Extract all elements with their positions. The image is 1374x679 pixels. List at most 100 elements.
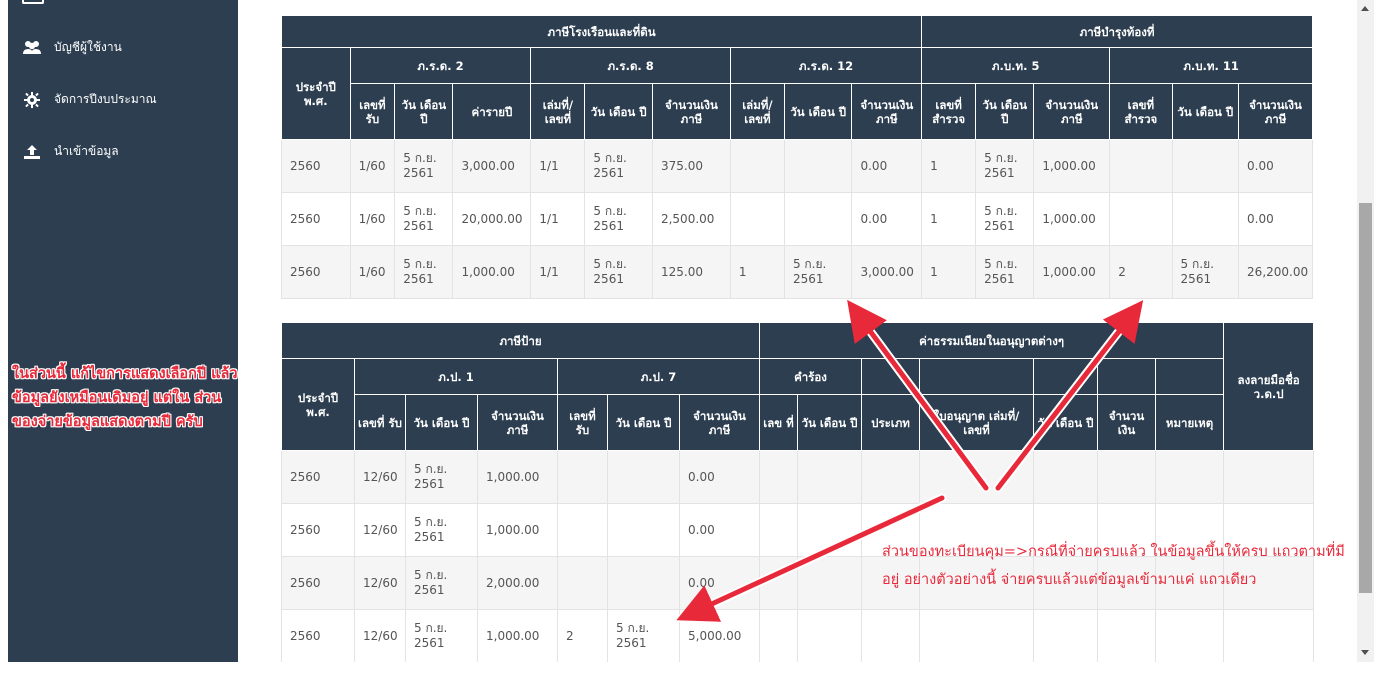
table-cell: 5 ก.ย. 2561 (405, 609, 478, 663)
table-cell: 3,000.00 (851, 245, 923, 299)
table-cell (759, 503, 799, 557)
header-empty (1033, 358, 1099, 395)
header-sub: คำร้อง (759, 358, 863, 395)
column-header: วัน เดือน ปี (1171, 83, 1240, 140)
users-icon (22, 40, 42, 56)
table-cell: 125.00 (651, 245, 731, 299)
sidebar-item-label: จัดการปีงบประมาณ (54, 92, 157, 106)
column-header: เลขที่ สำรวจ (921, 83, 977, 140)
column-header: เล่มที่/ เลขที่ (729, 83, 785, 140)
table-cell: 375.00 (651, 139, 731, 193)
table-row: 2560 1/60 5 ก.ย. 2561 1,000.00 1/1 5 ก.ย. 256… (281, 245, 1313, 299)
table-cell: 5 ก.ย. 2561 (975, 245, 1035, 299)
table-row: 2560 1/60 5 ก.ย. 2561 20,000.00 1/1 5 ก.ย. 25… (281, 192, 1313, 246)
header-year: ประจำปี พ.ศ. (281, 47, 351, 140)
header-sub: ภ.ร.ด. 12 (729, 47, 923, 84)
table-cell: 1,000.00 (452, 245, 532, 299)
table-cell: 2560 (281, 192, 351, 246)
table-cell (557, 503, 608, 557)
table-cell: 2560 (281, 245, 351, 299)
table-cell: 1/1 (530, 192, 586, 246)
table-cell: 12/60 (354, 609, 406, 663)
column-header: เลขที่ รับ (349, 83, 396, 140)
table-cell: 3,000.00 (452, 139, 532, 193)
table-cell (1097, 609, 1157, 663)
column-header: จำนวน เงิน (1097, 394, 1157, 451)
table-cell: 0.00 (1238, 192, 1313, 246)
column-header: เลขที่ รับ (354, 394, 406, 451)
table-cell (1223, 609, 1315, 663)
table-cell: 1 (921, 139, 977, 193)
gear-icon (22, 91, 42, 108)
sidebar-item-budget-year[interactable]: จัดการปีงบประมาณ (22, 90, 157, 109)
column-header: จำนวนเงิน ภาษี (678, 394, 761, 451)
scroll-up-icon[interactable] (1361, 6, 1369, 11)
column-header: วัน เดือน ปี (584, 83, 653, 140)
table-cell (1171, 192, 1240, 246)
table-cell: 0.00 (678, 503, 761, 557)
table-cell: 5 ก.ย. 2561 (607, 609, 680, 663)
sidebar-item-label: บัญชีผู้ใช้งาน (54, 40, 122, 54)
table-cell: 5 ก.ย. 2561 (405, 450, 478, 504)
tax-table-1: ภาษีโรงเรือนและที่ดิน ภาษีบำรุงท้องที่ ป… (280, 15, 1313, 299)
table-cell: 5 ก.ย. 2561 (783, 245, 853, 299)
table-cell: 2560 (281, 139, 351, 193)
scroll-down-icon[interactable] (1361, 650, 1369, 655)
sidebar: บัญชีผู้ใช้งาน จัดการปีงบประมาณ นำเข้าข้… (8, 0, 238, 662)
table-cell: 0.00 (851, 139, 923, 193)
table-cell (759, 556, 799, 610)
bottom-strip (0, 662, 1374, 679)
table-row: 2560 1/60 5 ก.ย. 2561 3,000.00 1/1 5 ก.ย. 256… (281, 139, 1313, 193)
table-cell (607, 503, 680, 557)
header-year: ประจำปี พ.ศ. (281, 358, 355, 451)
table-cell: 5 ก.ย. 2561 (394, 192, 454, 246)
header-sub: ภ.ป. 7 (556, 358, 761, 395)
table-cell: 12/60 (354, 556, 406, 610)
column-header: จำนวนเงิน ภาษี (477, 394, 558, 451)
table-cell: 1,000.00 (1033, 245, 1111, 299)
table-cell (1109, 192, 1173, 246)
table-cell (1097, 450, 1157, 504)
table-cell: 5 ก.ย. 2561 (584, 192, 653, 246)
column-header: จำนวนเงิน ภาษี (1238, 83, 1313, 140)
column-header: จำนวนเงิน ภาษี (1033, 83, 1111, 140)
table-cell: 26,200.00 (1238, 245, 1313, 299)
column-header: เล่มที่/ เลขที่ (530, 83, 586, 140)
table-cell: 1/60 (349, 139, 396, 193)
table-cell: 12/60 (354, 450, 406, 504)
table-cell (729, 192, 785, 246)
table-cell (797, 609, 863, 663)
column-header: หมายเหตุ (1155, 394, 1225, 451)
tax-table-2: ภาษีป้าย ค่าธรรมเนียมในอนุญาตต่างๆ ลงลาย… (280, 322, 1315, 663)
scroll-thumb[interactable] (1359, 203, 1372, 593)
header-sub: ภ.ร.ด. 2 (349, 47, 532, 84)
column-header: วัน เดือน ปี (607, 394, 680, 451)
table-cell: 5 ก.ย. 2561 (405, 556, 478, 610)
table-cell: 2560 (281, 609, 355, 663)
header-sub: ภ.ป. 1 (354, 358, 558, 395)
table-cell (797, 450, 863, 504)
table-cell (919, 609, 1035, 663)
column-header: ประเภท (861, 394, 921, 451)
header-group: ภาษีโรงเรือนและที่ดิน (280, 15, 923, 48)
sidebar-item-import[interactable]: นำเข้าข้อมูล (22, 142, 119, 161)
table-cell: 5 ก.ย. 2561 (584, 139, 653, 193)
dashboard-icon[interactable] (22, 0, 44, 4)
table-cell: 0.00 (1238, 139, 1313, 193)
table-cell: 1 (729, 245, 785, 299)
table-cell (783, 139, 853, 193)
vertical-scrollbar[interactable] (1357, 0, 1374, 662)
column-header: เลข ที่ (759, 394, 799, 451)
table-cell (607, 450, 680, 504)
column-header: ค่ารายปี (452, 83, 532, 140)
column-header: จำนวนเงิน ภาษี (851, 83, 923, 140)
sidebar-item-users[interactable]: บัญชีผู้ใช้งาน (22, 38, 122, 57)
table-cell: 12/60 (354, 503, 406, 557)
table-cell (1223, 450, 1315, 504)
column-header: เลขที่ รับ (557, 394, 608, 451)
table-cell: 0.00 (678, 556, 761, 610)
table-cell: 1/60 (349, 192, 396, 246)
table-cell: 5 ก.ย. 2561 (394, 139, 454, 193)
table-cell: 20,000.00 (452, 192, 532, 246)
table-cell (861, 609, 921, 663)
